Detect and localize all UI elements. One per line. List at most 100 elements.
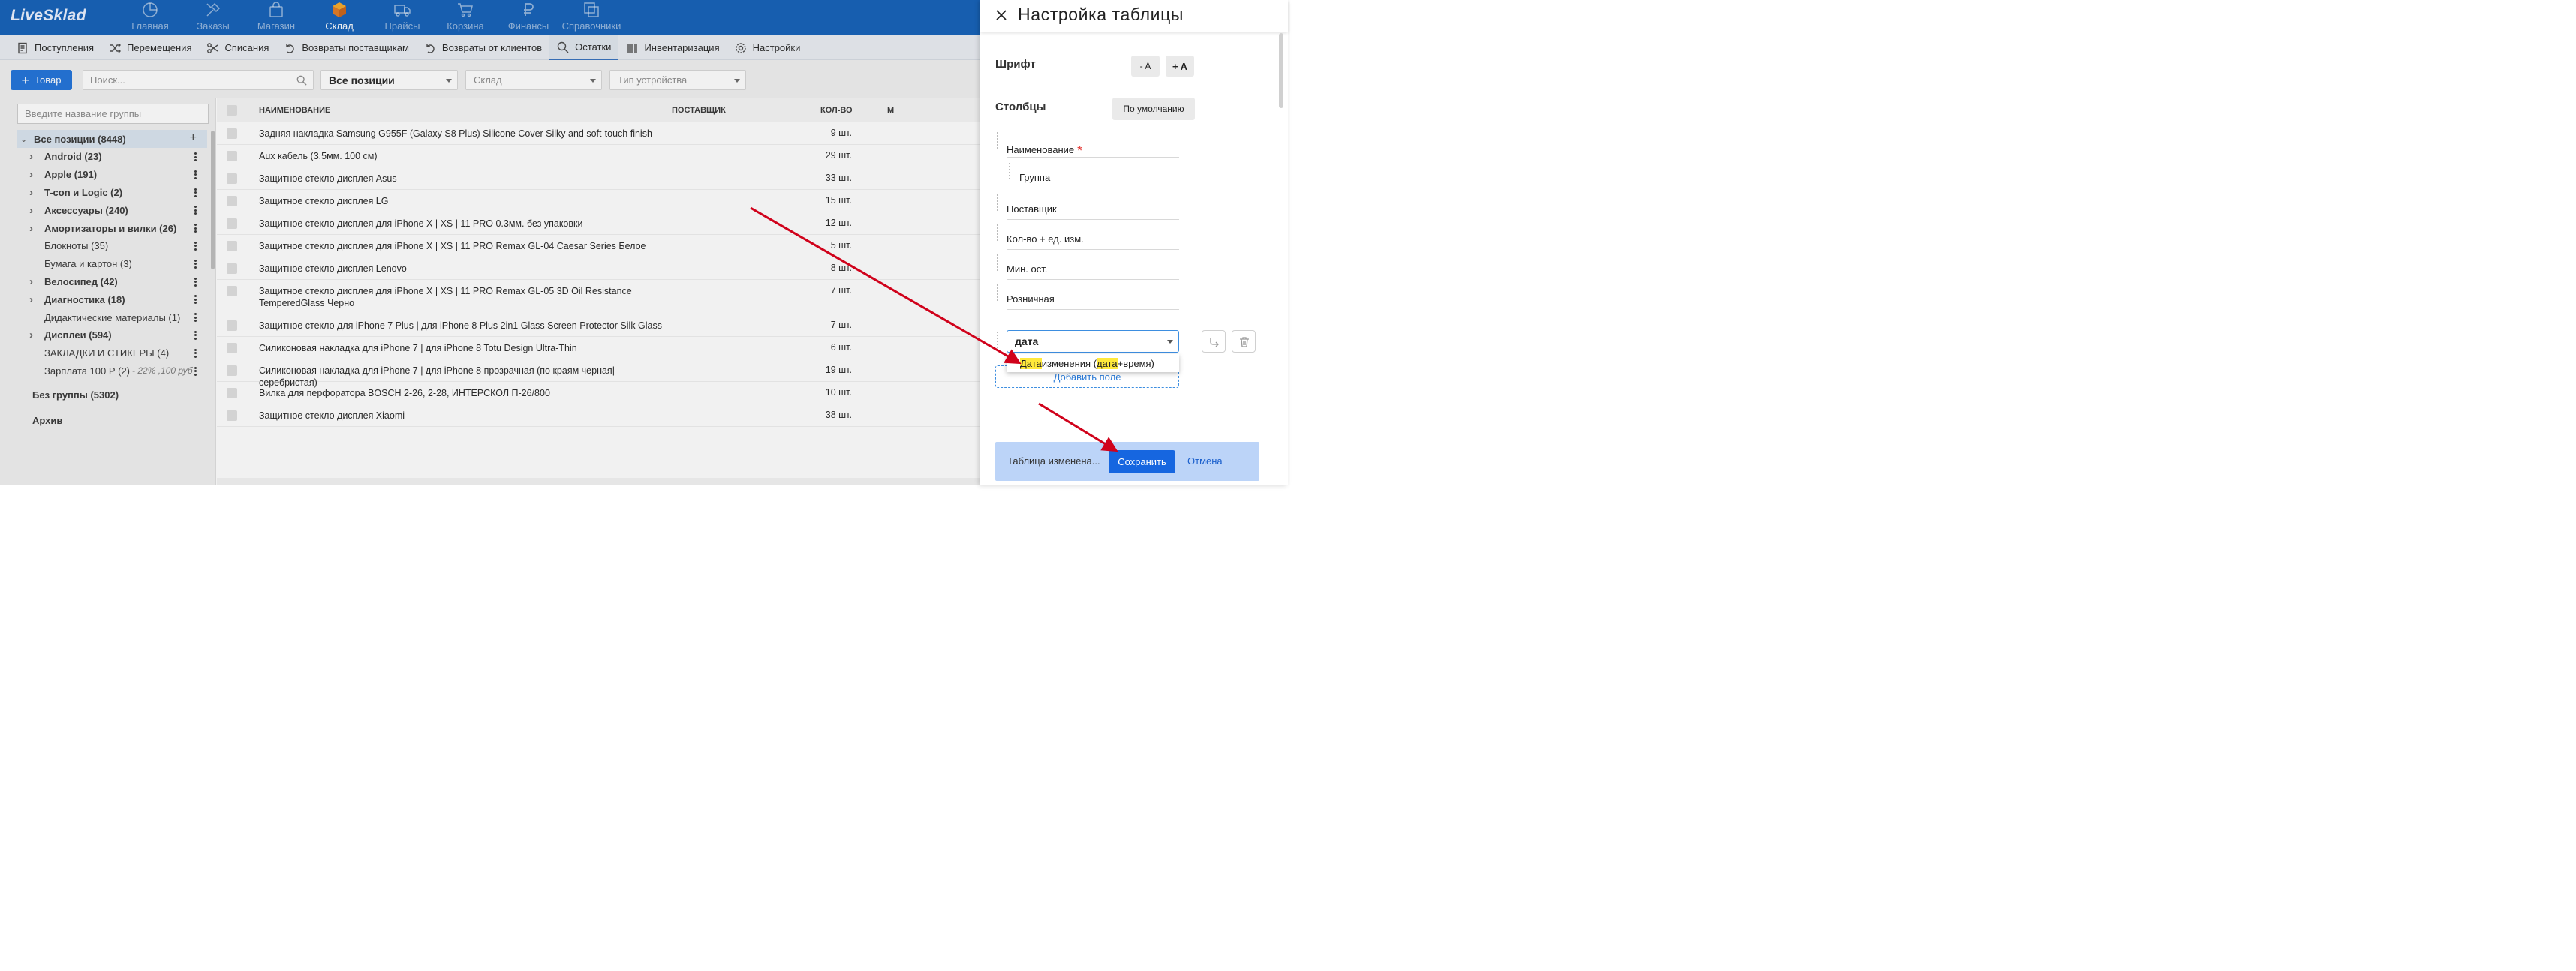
more-vertical-icon[interactable]	[194, 259, 197, 269]
tree-item[interactable]: › Велосипед (42)	[17, 273, 207, 291]
tree-item[interactable]: › T-con и Logic (2)	[17, 184, 207, 202]
tree-item[interactable]: › Диагностика (18)	[17, 290, 207, 308]
subnav-receipts[interactable]: Поступления	[9, 35, 101, 60]
reset-default-button[interactable]: По умолчанию	[1112, 98, 1195, 120]
row-checkbox[interactable]	[227, 388, 237, 398]
more-vertical-icon[interactable]	[194, 224, 197, 233]
table-row[interactable]: Защитное стекло дисплея Lenovo 8 шт.	[217, 257, 980, 280]
nav-item-orders[interactable]: Заказы	[182, 0, 245, 35]
chevron-right-icon[interactable]: ›	[29, 293, 38, 306]
tree-root-item[interactable]: ⌄ Все позиции (8448) +	[17, 130, 207, 148]
row-checkbox[interactable]	[227, 410, 237, 421]
more-vertical-icon[interactable]	[194, 152, 197, 161]
row-checkbox[interactable]	[227, 365, 237, 376]
drag-handle-icon[interactable]	[997, 224, 1003, 244]
tree-item[interactable]: ›Дидактические материалы (1)	[17, 308, 207, 326]
tree-item[interactable]: ›Блокноты (35)	[17, 237, 207, 255]
tree-no-group[interactable]: Без группы (5302)	[32, 389, 119, 401]
positions-select[interactable]: Все позиции	[320, 70, 458, 90]
chevron-right-icon[interactable]: ›	[29, 150, 38, 163]
subnav-settings[interactable]: Настройки	[727, 35, 808, 60]
drag-handle-icon[interactable]	[997, 194, 1003, 214]
tree-item[interactable]: › Аксессуары (240)	[17, 201, 207, 219]
more-vertical-icon[interactable]	[194, 277, 197, 287]
new-column-input[interactable]: дата	[1007, 330, 1179, 353]
table-row[interactable]: Защитное стекло дисплея для iPhone X | X…	[217, 280, 980, 314]
drag-handle-icon[interactable]	[997, 254, 1003, 274]
font-decrease-button[interactable]: - A	[1131, 56, 1160, 77]
chevron-right-icon[interactable]: ›	[29, 168, 38, 181]
row-checkbox[interactable]	[227, 241, 237, 251]
add-product-button[interactable]: + Товар	[11, 70, 72, 90]
row-checkbox[interactable]	[227, 286, 237, 296]
column-field[interactable]: Группа	[1019, 164, 1179, 188]
more-vertical-icon[interactable]	[194, 313, 197, 323]
column-field[interactable]: Кол-во + ед. изм.	[1007, 226, 1179, 250]
select-all-checkbox[interactable]	[227, 105, 237, 116]
more-vertical-icon[interactable]	[194, 170, 197, 179]
header-supplier[interactable]: ПОСТАВЩИК	[672, 106, 726, 115]
tree-item[interactable]: ›Зарплата 100 Р (2)- 22% ,100 руб	[17, 362, 207, 380]
add-group-icon[interactable]: +	[190, 131, 197, 145]
chevron-right-icon[interactable]: ›	[29, 204, 38, 217]
column-field[interactable]: Мин. ост.	[1007, 256, 1179, 280]
more-vertical-icon[interactable]	[194, 348, 197, 358]
drag-handle-icon[interactable]	[997, 132, 1003, 152]
table-row[interactable]: Защитное стекло дисплея для iPhone X | X…	[217, 212, 980, 235]
more-vertical-icon[interactable]	[194, 330, 197, 340]
table-row[interactable]: Защитное стекло дисплея LG 15 шт.	[217, 190, 980, 212]
search-input[interactable]: Поиск...	[83, 70, 314, 90]
table-row[interactable]: Защитное стекло дисплея для iPhone X | X…	[217, 235, 980, 257]
warehouse-select[interactable]: Склад	[465, 70, 602, 90]
tree-item[interactable]: › Android (23)	[17, 148, 207, 166]
row-checkbox[interactable]	[227, 320, 237, 331]
more-vertical-icon[interactable]	[194, 241, 197, 251]
column-field[interactable]: Поставщик	[1007, 196, 1179, 220]
row-checkbox[interactable]	[227, 128, 237, 139]
table-row[interactable]: Aux кабель (3.5мм. 100 см) 29 шт.	[217, 145, 980, 167]
row-checkbox[interactable]	[227, 151, 237, 161]
row-checkbox[interactable]	[227, 218, 237, 229]
chevron-right-icon[interactable]: ›	[29, 222, 38, 235]
tree-scrollbar[interactable]	[211, 131, 215, 269]
font-increase-button[interactable]: + A	[1166, 56, 1194, 77]
nav-item-prices[interactable]: Прайсы	[371, 0, 434, 35]
tree-archive[interactable]: Архив	[32, 415, 62, 426]
subnav-stock[interactable]: Остатки	[549, 35, 619, 60]
chevron-right-icon[interactable]: ›	[29, 329, 38, 341]
drag-handle-icon[interactable]	[997, 332, 1003, 351]
cancel-button[interactable]: Отмена	[1187, 455, 1223, 467]
subnav-transfers[interactable]: Перемещения	[101, 35, 199, 60]
close-icon[interactable]	[995, 9, 1007, 21]
table-row[interactable]: Задняя накладка Samsung G955F (Galaxy S8…	[217, 122, 980, 145]
chevron-right-icon[interactable]: ›	[29, 275, 38, 288]
table-row[interactable]: Силиконовая накладка для iPhone 7 | для …	[217, 359, 980, 388]
table-row[interactable]: Защитное стекло дисплея Xiaomi 38 шт.	[217, 404, 980, 427]
header-truncated[interactable]: М	[887, 106, 894, 115]
drag-handle-icon[interactable]	[1009, 163, 1015, 182]
table-row[interactable]: Защитное стекло для iPhone 7 Plus | для …	[217, 314, 980, 337]
more-vertical-icon[interactable]	[194, 366, 197, 376]
row-checkbox[interactable]	[227, 263, 237, 274]
table-row[interactable]: Вилка для перфоратора BOSCH 2-26, 2-28, …	[217, 382, 980, 404]
row-checkbox[interactable]	[227, 173, 237, 184]
table-row[interactable]: Защитное стекло дисплея Asus 33 шт.	[217, 167, 980, 190]
device-type-select[interactable]: Тип устройства	[609, 70, 746, 90]
table-scrollbar[interactable]	[217, 478, 980, 486]
tree-item[interactable]: ›Бумага и картон (3)	[17, 255, 207, 273]
header-qty[interactable]: КОЛ-ВО	[820, 106, 853, 115]
row-checkbox[interactable]	[227, 343, 237, 353]
delete-column-button[interactable]	[1232, 330, 1256, 353]
nav-item-shop[interactable]: Магазин	[245, 0, 308, 35]
nav-item-home[interactable]: Главная	[119, 0, 182, 35]
tree-item[interactable]: ›ЗАКЛАДКИ И СТИКЕРЫ (4)	[17, 344, 207, 362]
nav-item-finance[interactable]: Финансы	[497, 0, 560, 35]
row-checkbox[interactable]	[227, 196, 237, 206]
column-field[interactable]: Розничная	[1007, 286, 1179, 310]
tree-item[interactable]: › Дисплеи (594)	[17, 326, 207, 344]
column-field[interactable]: Наименование *	[1007, 134, 1179, 158]
subnav-returns-clients[interactable]: Возвраты от клиентов	[417, 35, 549, 60]
autocomplete-option[interactable]: Дата изменения (дата +время)	[1007, 354, 1179, 372]
subnav-inventory[interactable]: Инвентаризация	[618, 35, 727, 60]
group-filter-input[interactable]: Введите название группы	[17, 104, 209, 124]
